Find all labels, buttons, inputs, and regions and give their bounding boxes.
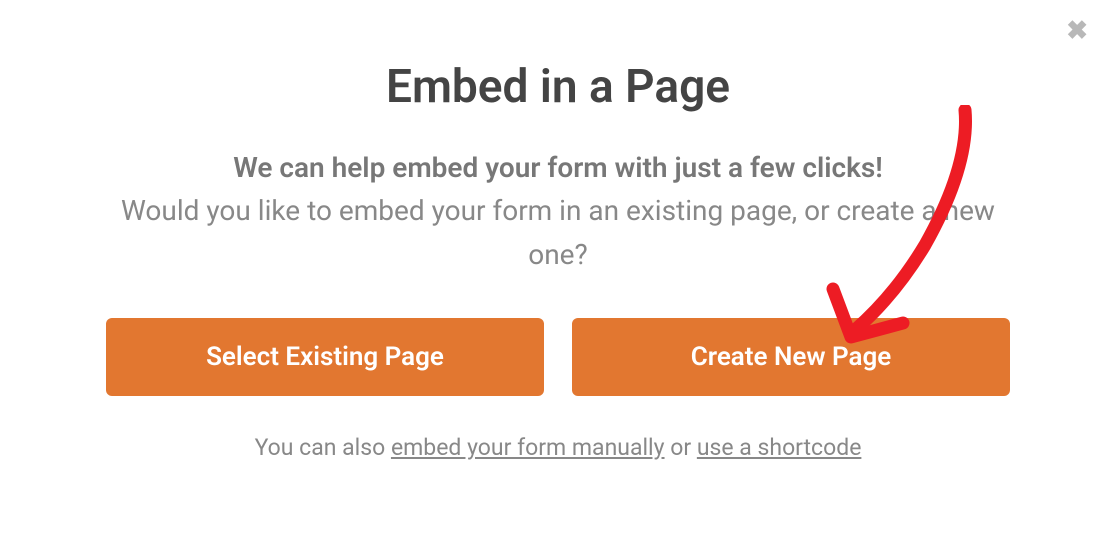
create-new-page-button[interactable]: Create New Page	[572, 318, 1010, 396]
footer-prefix: You can also	[255, 434, 391, 461]
button-row: Select Existing Page Create New Page	[95, 318, 1021, 396]
modal-subtitle: We can help embed your form with just a …	[95, 146, 1021, 276]
subtitle-body: Would you like to embed your form in an …	[121, 194, 995, 270]
footer-text: You can also embed your form manually or…	[95, 434, 1021, 461]
footer-middle: or	[665, 434, 697, 461]
embed-modal: ✖ Embed in a Page We can help embed your…	[0, 0, 1116, 557]
select-existing-page-button[interactable]: Select Existing Page	[106, 318, 544, 396]
embed-manually-link[interactable]: embed your form manually	[391, 434, 665, 461]
subtitle-lead: We can help embed your form with just a …	[233, 151, 883, 184]
modal-title: Embed in a Page	[95, 60, 1021, 114]
use-shortcode-link[interactable]: use a shortcode	[697, 434, 862, 461]
close-icon[interactable]: ✖	[1066, 18, 1088, 44]
